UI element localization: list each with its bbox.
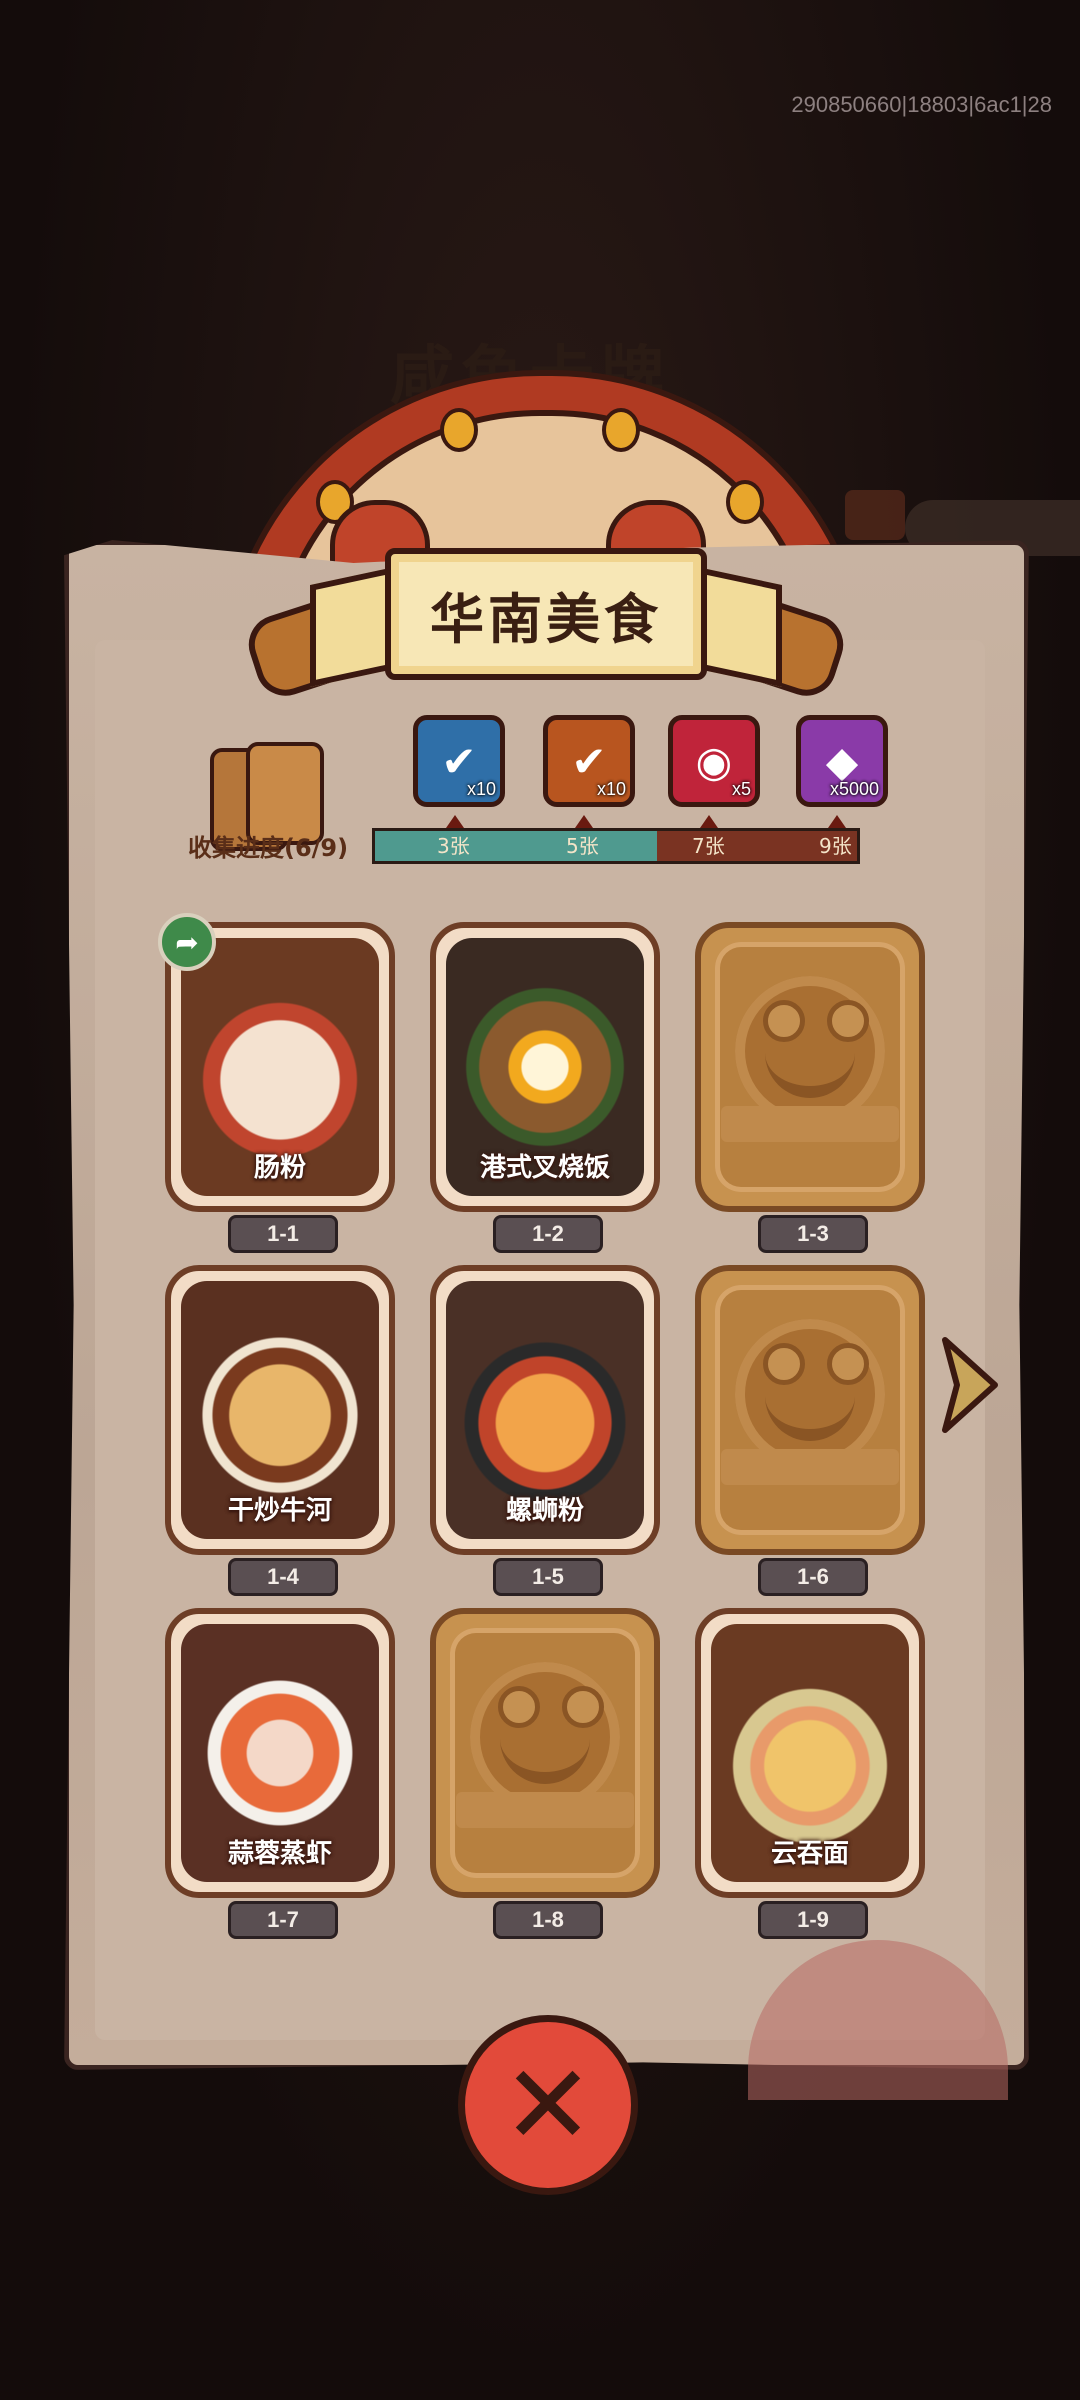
food-name: 蒜蓉蒸虾	[227, 1839, 332, 1869]
food-card[interactable]: 螺蛳粉	[430, 1265, 660, 1555]
food-card[interactable]: 港式叉烧饭	[430, 922, 660, 1212]
locked-ribbon	[721, 1106, 899, 1142]
card-number-label: 1-9	[758, 1901, 868, 1939]
milestone-marker	[828, 815, 846, 828]
milestone-label: 5张	[566, 834, 599, 858]
reward-count: x10	[596, 779, 626, 799]
background-chest-icon	[845, 490, 905, 540]
food-name: 肠粉	[253, 1153, 306, 1183]
reward-9-cards[interactable]: ◆ x5000	[796, 715, 888, 807]
close-x-icon: ✕	[501, 2041, 595, 2169]
card-collection-icon	[210, 742, 324, 851]
close-button[interactable]: ✕	[458, 2015, 638, 2195]
locked-eye	[827, 1343, 869, 1385]
food-card[interactable]: 云吞面	[695, 1608, 925, 1898]
locked-eye	[763, 1000, 805, 1042]
locked-card[interactable]	[695, 1265, 925, 1555]
collection-progress-label: 收集进度(6/9)	[188, 834, 349, 862]
locked-eye	[562, 1686, 604, 1728]
milestone-label: 3张	[437, 834, 470, 858]
locked-eye	[763, 1343, 805, 1385]
card-number-label: 1-7	[228, 1901, 338, 1939]
share-arrow-icon: ➦	[175, 925, 199, 959]
milestone-marker	[446, 815, 464, 828]
card-number-label: 1-8	[493, 1901, 603, 1939]
bolt-icon	[602, 408, 640, 452]
reward-7-cards[interactable]: ◉ x5	[668, 715, 760, 807]
title-banner: 华南美食	[385, 548, 707, 680]
locked-eye	[498, 1686, 540, 1728]
milestone-label: 9张	[819, 834, 852, 858]
card-number-label: 1-4	[228, 1558, 338, 1596]
locked-ribbon	[721, 1449, 899, 1485]
locked-ribbon	[456, 1792, 634, 1828]
reward-count: x5000	[829, 779, 879, 799]
milestone-label: 7张	[692, 834, 725, 858]
locked-card[interactable]	[695, 922, 925, 1212]
card-number-label: 1-6	[758, 1558, 868, 1596]
reward-3-cards[interactable]: ✔ x10	[413, 715, 505, 807]
food-name: 港式叉烧饭	[479, 1153, 610, 1183]
next-page-arrow-icon[interactable]	[935, 1330, 1005, 1440]
swirl-orb-icon: ◉	[695, 736, 733, 786]
reward-count: x5	[731, 779, 751, 799]
food-name: 云吞面	[770, 1839, 849, 1869]
bolt-icon	[440, 408, 478, 452]
food-card[interactable]: 蒜蓉蒸虾	[165, 1608, 395, 1898]
bolt-icon	[726, 480, 764, 524]
reward-5-cards[interactable]: ✔ x10	[543, 715, 635, 807]
reward-count: x10	[466, 779, 496, 799]
share-button[interactable]: ➦	[158, 913, 216, 971]
card-number-label: 1-1	[228, 1215, 338, 1253]
progress-fill	[375, 831, 657, 861]
locked-card[interactable]	[430, 1608, 660, 1898]
card-number-label: 1-3	[758, 1215, 868, 1253]
food-card[interactable]: 干炒牛河	[165, 1265, 395, 1555]
food-name: 螺蛳粉	[505, 1496, 584, 1526]
page-title: 华南美食	[430, 587, 662, 651]
card-number-label: 1-2	[493, 1215, 603, 1253]
locked-eye	[827, 1000, 869, 1042]
card-number-label: 1-5	[493, 1558, 603, 1596]
food-name: 干炒牛河	[227, 1496, 332, 1526]
milestone-marker	[575, 815, 593, 828]
debug-id-text: 290850660|18803|6ac1|28	[791, 92, 1052, 117]
milestone-marker	[700, 815, 718, 828]
